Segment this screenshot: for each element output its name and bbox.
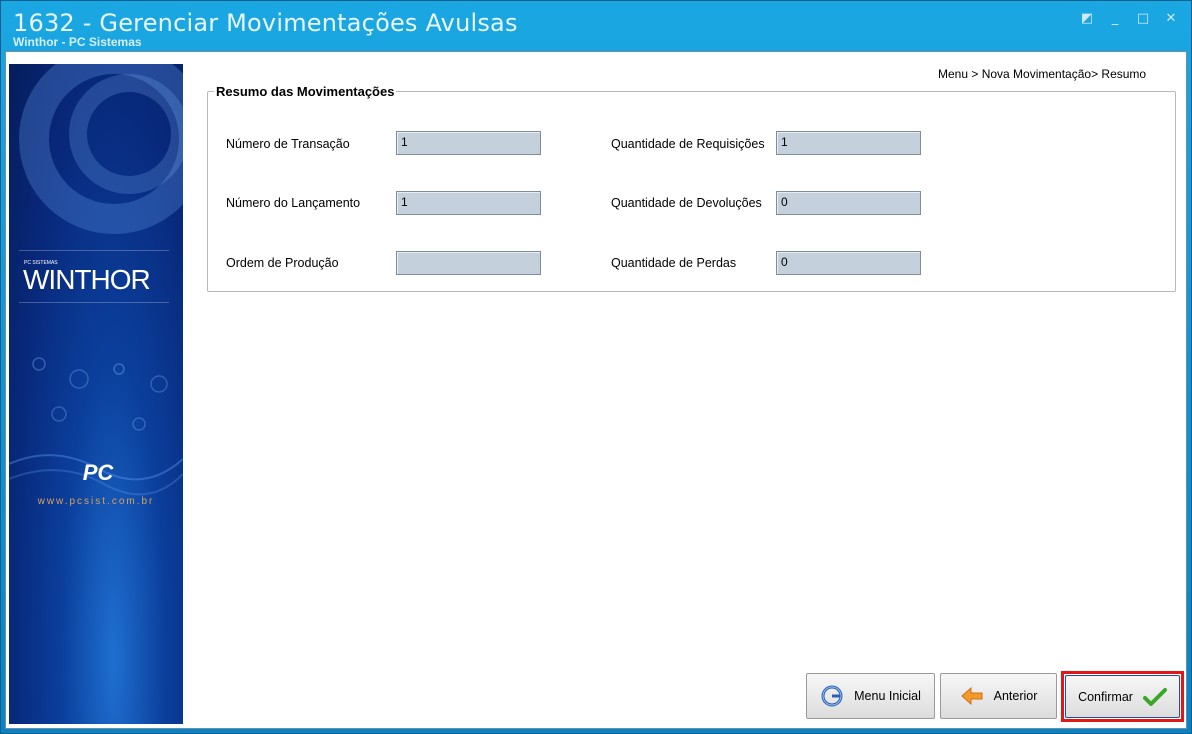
minimize-icon[interactable]: _ [1107,11,1123,27]
menu-inicial-label: Menu Inicial [854,689,921,703]
qtd-perdas-label: Quantidade de Perdas [611,256,737,270]
numero-transacao-field[interactable]: 1 [396,131,541,155]
qtd-devolucoes-label: Quantidade de Devoluções [611,196,762,210]
app-window: 1632 - Gerenciar Movimentações Avulsas W… [0,0,1192,734]
client-area: PC SISTEMAS WINTHOR PC www.pcsist.com.br… [5,51,1187,729]
window-subtitle: Winthor - PC Sistemas [13,35,142,49]
numero-lancamento-field[interactable]: 1 [396,191,541,215]
numero-transacao-label: Número de Transação [226,137,350,151]
restore-icon[interactable]: ◩ [1079,11,1095,27]
close-icon[interactable]: ✕ [1163,11,1179,27]
divider [19,250,169,251]
anterior-label: Anterior [993,689,1038,703]
decorative-swirl [69,74,183,194]
qtd-requisicoes-label: Quantidade de Requisições [611,137,765,151]
pc-logo: PC [82,460,114,485]
maximize-icon[interactable]: □ [1135,11,1151,27]
confirmar-label: Confirmar [1078,689,1133,704]
qtd-requisicoes-field[interactable]: 1 [776,131,921,155]
site-url: www.pcsist.com.br [37,496,155,507]
confirmar-button[interactable]: Confirmar [1065,675,1180,718]
winthor-logo: WINTHOR [23,264,151,295]
divider [19,302,169,303]
numero-lancamento-label: Número do Lançamento [226,196,361,210]
home-refresh-icon [821,685,843,707]
menu-inicial-button[interactable]: Menu Inicial [806,673,935,719]
checkmark-icon [1142,687,1167,706]
side-banner: PC SISTEMAS WINTHOR PC www.pcsist.com.br [9,64,183,724]
ordem-producao-label: Ordem de Produção [226,256,339,270]
anterior-button[interactable]: Anterior [940,673,1057,719]
window-controls: ◩ _ □ ✕ [1079,11,1179,27]
summary-group-title: Resumo das Movimentações [214,84,397,99]
qtd-perdas-field[interactable]: 0 [776,251,921,275]
arrow-left-icon [960,686,983,706]
ordem-producao-field[interactable] [396,251,541,275]
breadcrumb: Menu > Nova Movimentação> Resumo [938,67,1147,81]
qtd-devolucoes-field[interactable]: 0 [776,191,921,215]
window-title: 1632 - Gerenciar Movimentações Avulsas [13,9,518,37]
summary-group: Resumo das Movimentações Número de Trans… [207,84,1176,292]
